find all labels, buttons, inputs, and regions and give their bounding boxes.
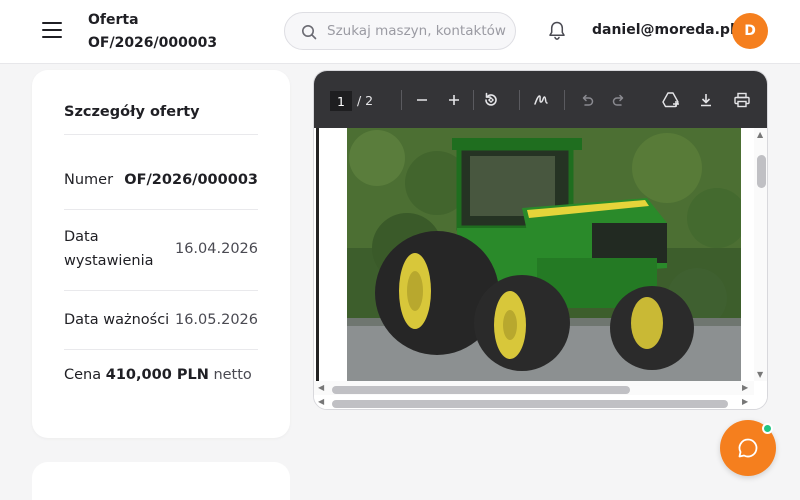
page-total: / 2 bbox=[357, 93, 374, 108]
issued-label-line1: Data bbox=[64, 229, 99, 245]
divider bbox=[64, 134, 258, 135]
online-status-dot bbox=[762, 423, 773, 434]
previous-page-edge bbox=[316, 128, 319, 381]
pdf-toolbar: 1 / 2 bbox=[314, 71, 767, 128]
toolbar-separator bbox=[519, 90, 520, 110]
valid-value: 16.05.2026 bbox=[174, 312, 258, 328]
rotate-icon[interactable] bbox=[480, 89, 502, 111]
page-title-line1: Oferta bbox=[88, 12, 139, 28]
offer-details-card: Szczegóły oferty Numer OF/2026/000003 Da… bbox=[32, 70, 290, 438]
redo-icon[interactable] bbox=[608, 89, 630, 111]
price-value: 410,000 PLN bbox=[105, 367, 209, 383]
page-title: Oferta OF/2026/000003 bbox=[88, 9, 217, 55]
notifications-bell-icon[interactable] bbox=[547, 20, 567, 46]
search-box[interactable] bbox=[284, 12, 516, 50]
valid-label: Data ważności bbox=[64, 312, 170, 328]
tractor-photo bbox=[347, 128, 741, 381]
print-icon[interactable] bbox=[731, 89, 753, 111]
toolbar-separator bbox=[564, 90, 565, 110]
divider bbox=[64, 290, 258, 291]
secondary-card bbox=[32, 462, 290, 500]
scroll-up-icon[interactable]: ▲ bbox=[757, 131, 763, 139]
pdf-viewer: 1 / 2 ▲ ▼ ◀ ▶ ◀ ▶ bbox=[313, 70, 768, 410]
price-label: Cena bbox=[64, 367, 102, 383]
undo-icon[interactable] bbox=[576, 89, 598, 111]
horizontal-scroll-thumb[interactable] bbox=[332, 386, 630, 394]
top-bar: Oferta OF/2026/000003 daniel@moreda.pl D bbox=[0, 0, 800, 64]
avatar[interactable]: D bbox=[732, 13, 768, 49]
number-value: OF/2026/000003 bbox=[124, 172, 258, 188]
price-suffix: netto bbox=[213, 367, 252, 383]
draw-icon[interactable] bbox=[530, 89, 552, 111]
price-row: Cena 410,000 PLN netto bbox=[64, 367, 252, 383]
issued-value: 16.04.2026 bbox=[174, 241, 258, 257]
toolbar-separator bbox=[401, 90, 402, 110]
issued-label-line2: wystawienia bbox=[64, 253, 154, 269]
scroll-down-icon[interactable]: ▼ bbox=[757, 371, 763, 379]
outer-scroll-right-icon[interactable]: ▶ bbox=[742, 398, 748, 406]
search-input[interactable] bbox=[327, 13, 511, 49]
scroll-right-icon[interactable]: ▶ bbox=[742, 384, 748, 392]
divider bbox=[64, 209, 258, 210]
zoom-in-icon[interactable] bbox=[443, 89, 465, 111]
add-to-drive-icon[interactable] bbox=[660, 89, 682, 111]
outer-horizontal-scroll-thumb[interactable] bbox=[332, 400, 728, 408]
number-label: Numer bbox=[64, 172, 114, 188]
pdf-page-area[interactable]: ▲ ▼ ◀ ▶ ◀ ▶ bbox=[314, 128, 767, 409]
chat-bubble-icon bbox=[738, 438, 758, 458]
outer-scroll-left-icon[interactable]: ◀ bbox=[318, 398, 324, 406]
scroll-left-icon[interactable]: ◀ bbox=[318, 384, 324, 392]
menu-icon[interactable] bbox=[42, 22, 62, 38]
issued-label: Data wystawienia bbox=[64, 225, 153, 273]
zoom-out-icon[interactable] bbox=[411, 89, 433, 111]
page-number-input[interactable]: 1 bbox=[330, 91, 352, 111]
vertical-scroll-thumb[interactable] bbox=[757, 155, 766, 188]
user-email[interactable]: daniel@moreda.pl bbox=[592, 22, 735, 38]
page-title-line2: OF/2026/000003 bbox=[88, 35, 218, 51]
download-icon[interactable] bbox=[695, 89, 717, 111]
toolbar-separator bbox=[473, 90, 474, 110]
card-title: Szczegóły oferty bbox=[64, 104, 200, 120]
divider bbox=[64, 349, 258, 350]
search-icon bbox=[302, 25, 317, 40]
